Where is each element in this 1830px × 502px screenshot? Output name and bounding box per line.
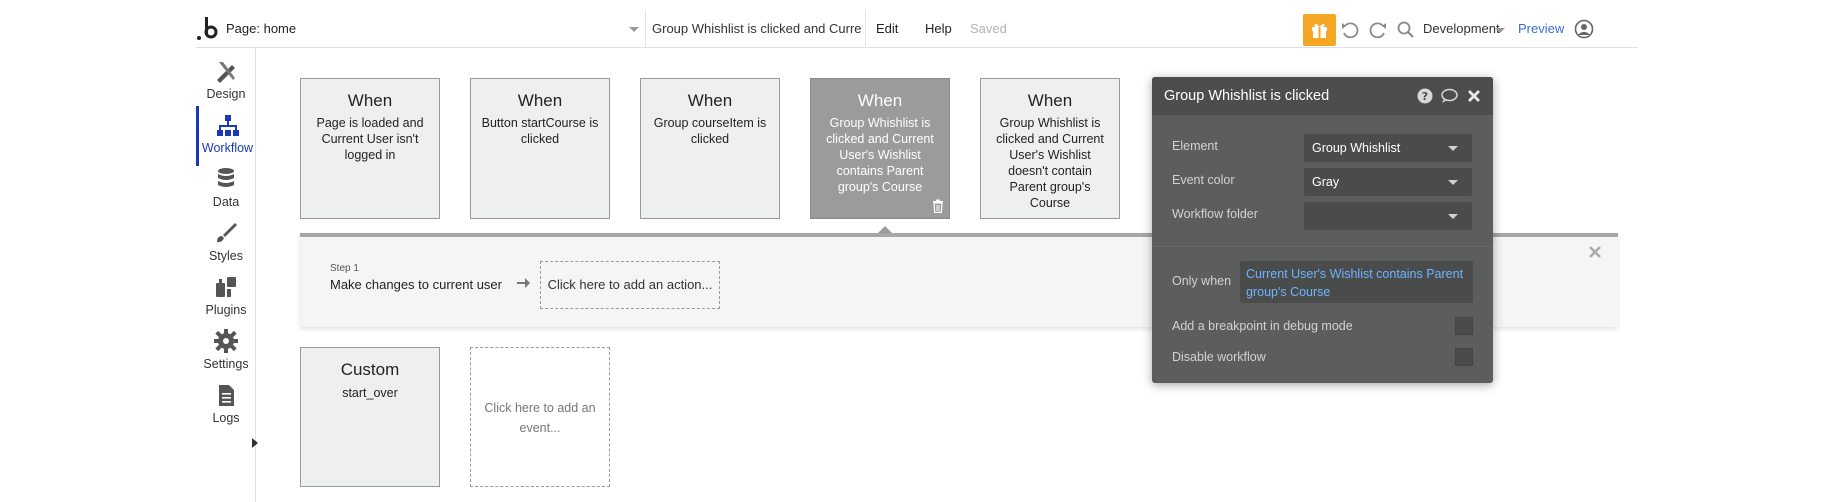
sidebar-item-label: Settings [203,357,249,371]
document-icon [219,385,234,406]
action-step[interactable]: Make changes to current user [330,277,502,292]
event-color-value: Gray [1312,175,1340,189]
only-when-expression[interactable]: Current User's Wishlist contains Parent … [1240,261,1473,303]
sidebar-item-styles[interactable]: Styles [196,214,256,274]
expand-sidebar-arrow-icon[interactable] [252,438,258,448]
sidebar-item-label: Workflow [201,141,254,155]
user-account-icon[interactable] [1574,19,1594,39]
chevron-down-icon [1495,28,1505,33]
event-card[interactable]: When Group Whishlist is clicked and Curr… [980,78,1120,219]
page-selector[interactable]: Page: home [226,10,646,48]
workflow-selector[interactable]: Group Whishlist is clicked and Curre... [650,10,866,48]
sidebar-item-logs[interactable]: Logs [196,376,256,436]
plugins-icon [216,277,236,297]
event-when-label: When [857,91,903,110]
event-card[interactable]: When Page is loaded and Current User isn… [300,78,440,219]
element-label: Element [1172,139,1218,153]
sidebar-item-label: Styles [208,249,244,263]
sidebar-item-label: Logs [212,411,240,425]
chevron-down-icon [1448,146,1458,151]
event-card[interactable]: When Button startCourse is clicked [470,78,610,219]
panel-divider [1152,246,1493,247]
event-card-selected[interactable]: When Group Whishlist is clicked and Curr… [810,78,950,219]
comment-icon[interactable] [1440,88,1458,104]
search-icon[interactable] [1396,20,1416,40]
event-description: Group Whishlist is clicked and Current U… [826,116,934,194]
element-dropdown-value: Group Whishlist [1312,141,1401,155]
custom-event-name: start_over [342,386,398,400]
svg-text:?: ? [1422,90,1428,103]
selected-event-pointer [878,226,892,233]
chevron-down-icon [1448,180,1458,185]
left-sidebar: Design Workflow Data Styles Plugins Sett… [196,48,258,502]
trash-icon[interactable] [932,199,944,213]
only-when-label: Only when [1172,274,1232,288]
workflow-selector-label: Group Whishlist is clicked and Curre... [652,21,862,36]
event-when-label: When [347,91,393,110]
sidebar-item-workflow[interactable]: Workflow [196,106,256,166]
element-dropdown[interactable]: Group Whishlist [1304,134,1472,162]
top-bar: Page: home Group Whishlist is clicked an… [196,10,1638,48]
event-color-dropdown[interactable]: Gray [1304,168,1472,196]
custom-event-card[interactable]: Custom start_over [300,347,440,487]
help-icon[interactable]: ? [1417,88,1433,104]
sidebar-item-plugins[interactable]: Plugins [196,268,256,328]
sidebar-item-label: Plugins [205,303,247,317]
environment-selector[interactable]: Development [1423,21,1500,36]
event-when-label: When [1027,91,1073,110]
close-icon[interactable] [1467,88,1481,104]
brush-icon [217,223,237,243]
event-property-panel: Group Whishlist is clicked ? Element Gro… [1152,77,1493,383]
gear-icon [214,329,238,353]
sidebar-item-label: Design [206,87,246,101]
workflow-folder-label: Workflow folder [1172,207,1258,221]
bubble-logo-icon[interactable] [196,16,218,42]
page-selector-label: Page: home [226,21,297,36]
panel-title: Group Whishlist is clicked [1164,88,1330,104]
sidebar-item-data[interactable]: Data [196,160,256,220]
undo-icon[interactable] [1340,20,1360,40]
event-when-label: When [687,91,733,110]
redo-icon[interactable] [1368,20,1388,40]
event-description: Page is loaded and Current User isn't lo… [316,116,424,162]
preview-link[interactable]: Preview [1518,21,1564,36]
workflow-icon [216,115,239,136]
event-description: Group courseItem is clicked [653,116,767,146]
disable-workflow-label: Disable workflow [1172,350,1266,364]
arrow-right-icon [517,278,530,288]
sidebar-item-label: Data [212,195,240,209]
edit-menu[interactable]: Edit [876,21,898,36]
sidebar-item-settings[interactable]: Settings [196,322,256,382]
chevron-down-icon [629,27,639,32]
gift-icon [1312,23,1327,38]
database-icon [218,168,234,187]
gift-button[interactable] [1303,14,1336,46]
help-menu[interactable]: Help [925,21,952,36]
add-event-button[interactable]: Click here to add an event... [470,347,610,487]
chevron-down-icon [1448,214,1458,219]
workflow-folder-dropdown[interactable] [1304,202,1472,230]
add-action-button[interactable]: Click here to add an action... [540,261,720,309]
panel-header: Group Whishlist is clicked ? [1152,77,1493,115]
saved-status: Saved [970,21,1007,36]
event-description: Button startCourse is clicked [481,116,599,146]
breakpoint-label: Add a breakpoint in debug mode [1172,319,1353,333]
breakpoint-checkbox[interactable] [1455,317,1473,335]
event-when-label: When [517,91,563,110]
disable-workflow-checkbox[interactable] [1455,348,1473,366]
step-number: Step 1 [330,263,359,274]
design-icon [217,62,235,83]
close-icon[interactable] [1588,245,1602,259]
event-color-label: Event color [1172,173,1235,187]
custom-event-title: Custom [340,360,400,379]
event-description: Group Whishlist is clicked and Current U… [996,116,1104,210]
sidebar-item-design[interactable]: Design [196,52,256,112]
event-card[interactable]: When Group courseItem is clicked [640,78,780,219]
